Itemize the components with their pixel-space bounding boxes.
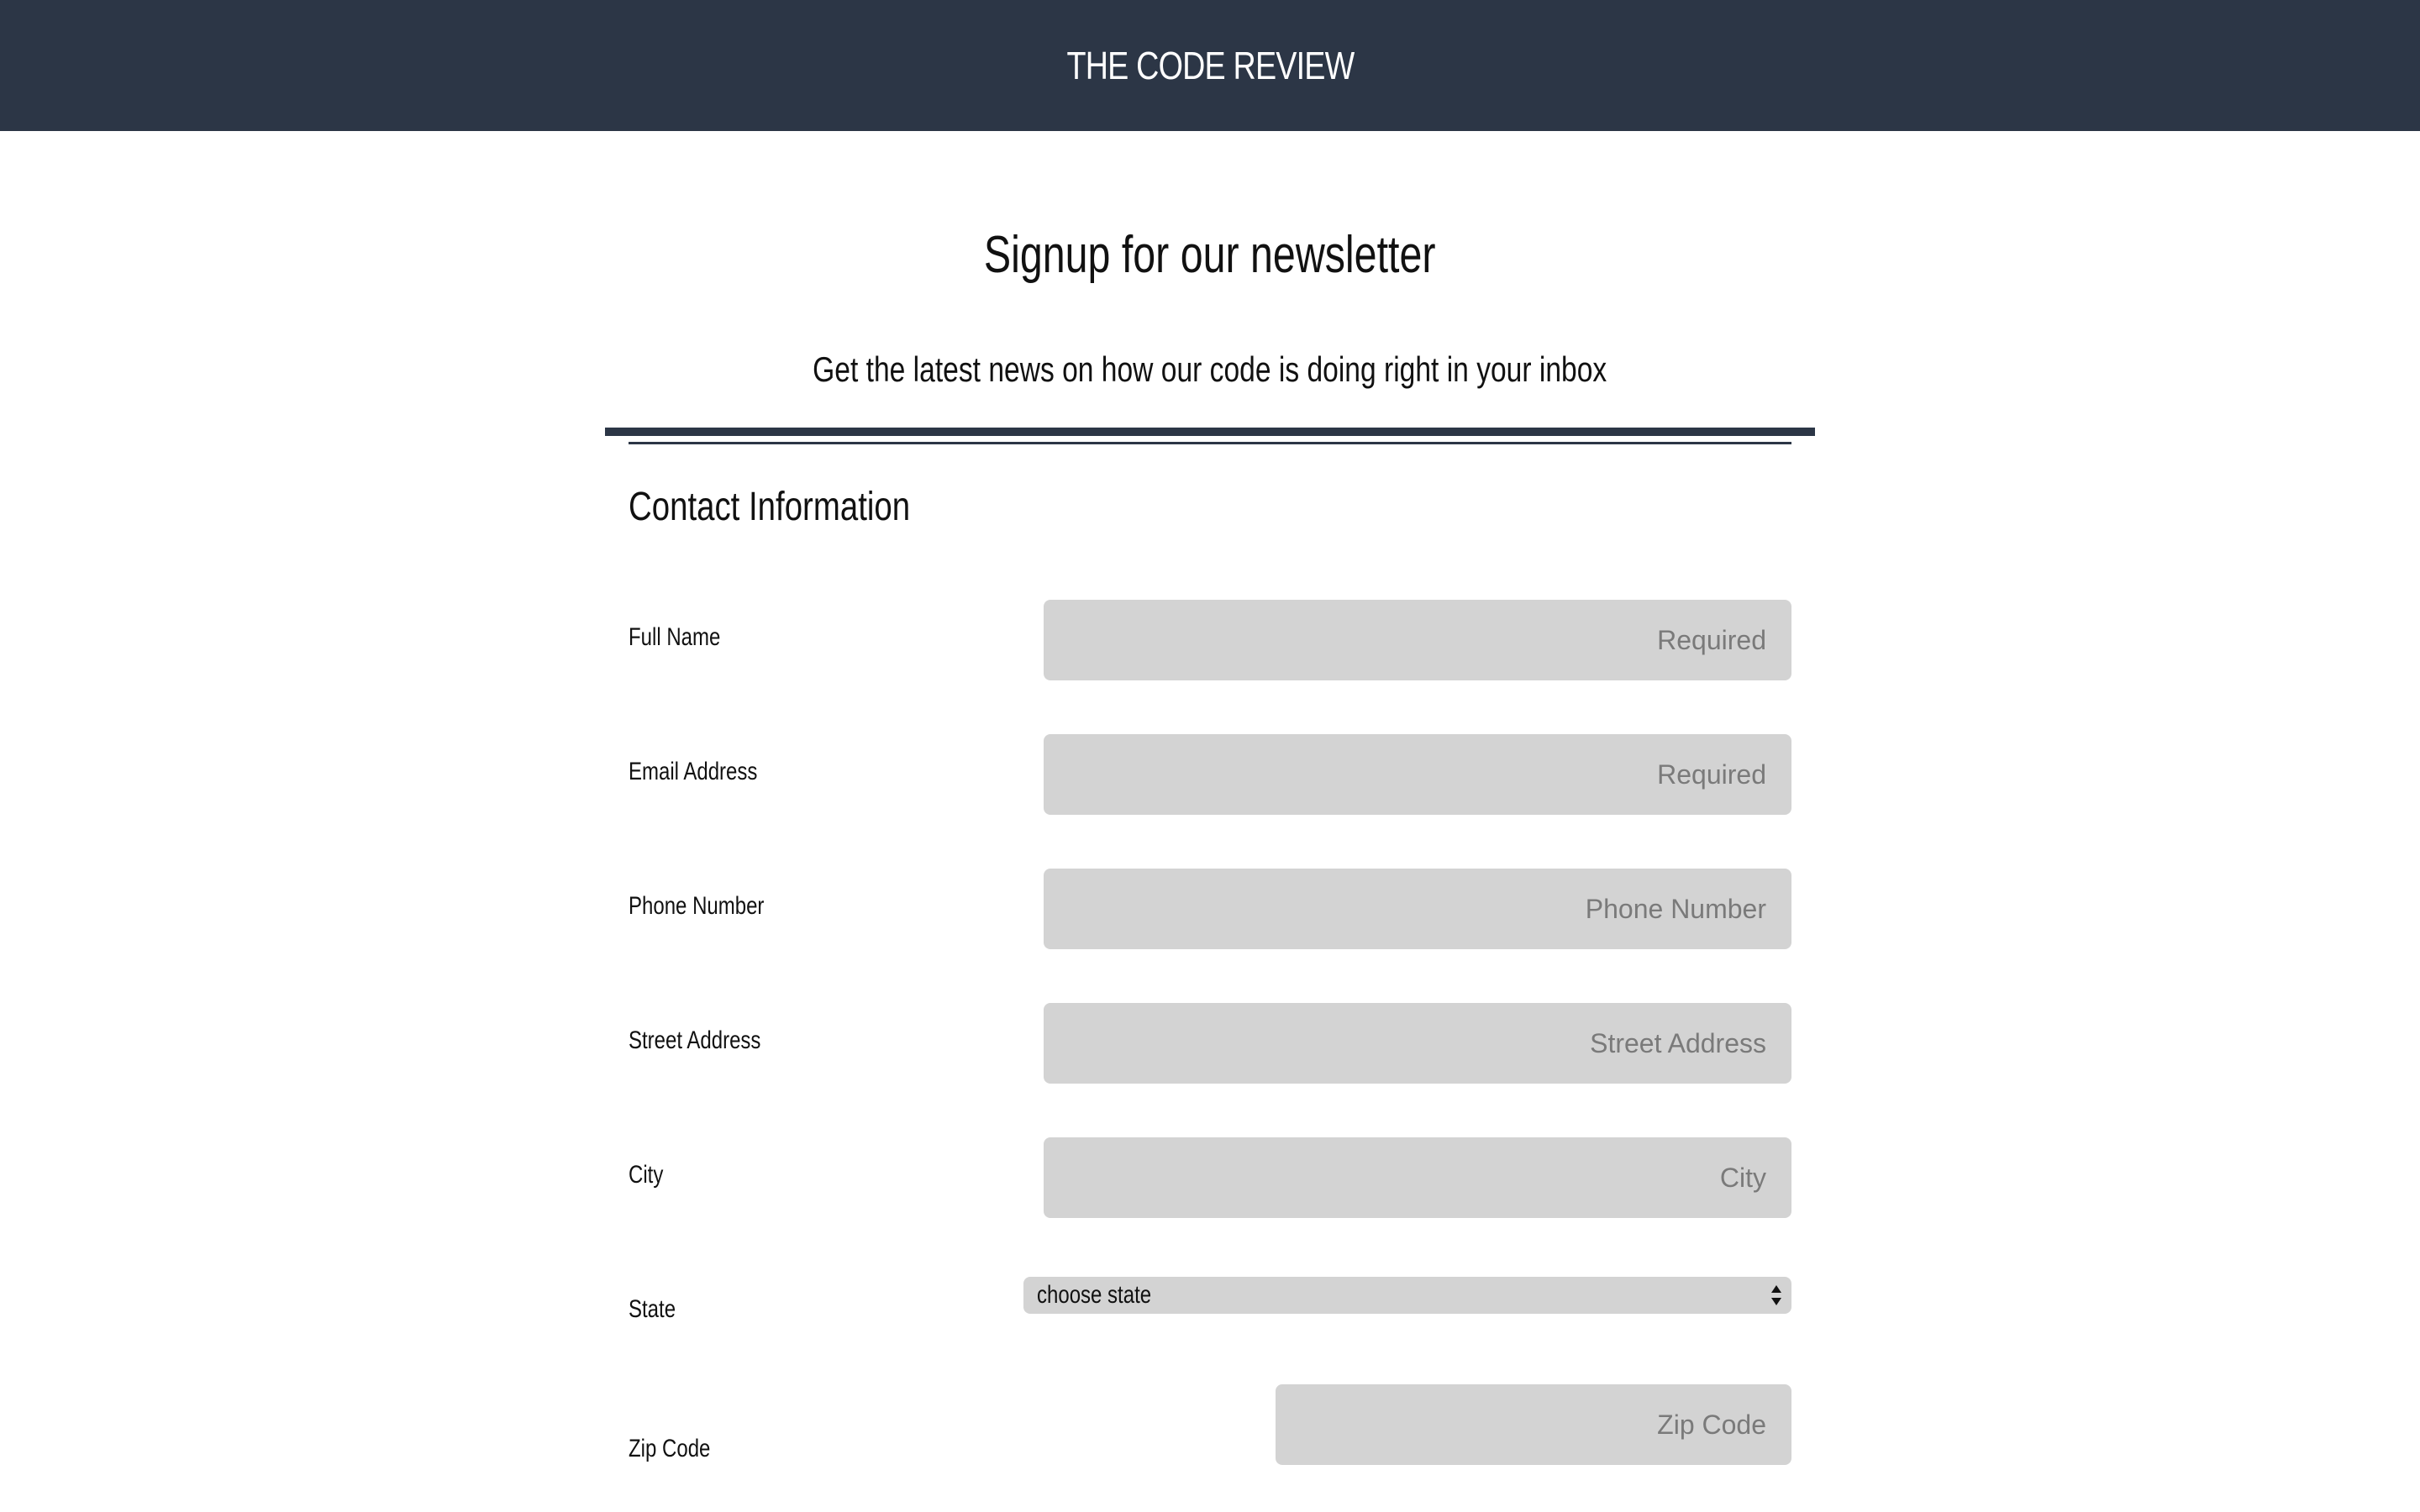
phone-input[interactable] (1044, 869, 1791, 949)
site-header: THE CODE REVIEW (0, 0, 2420, 131)
email-label: Email Address (629, 758, 758, 785)
phone-label: Phone Number (629, 892, 765, 920)
divider-thick (605, 428, 1815, 436)
zip-input[interactable] (1276, 1384, 1791, 1465)
state-select[interactable]: choose state (1023, 1277, 1791, 1314)
full-name-label: Full Name (629, 623, 721, 651)
city-label: City (629, 1161, 664, 1189)
state-select-value: choose state (1037, 1281, 1152, 1309)
street-label: Street Address (629, 1026, 761, 1054)
city-input[interactable] (1044, 1137, 1791, 1218)
email-input[interactable] (1044, 734, 1791, 815)
page-subtitle: Get the latest news on how our code is d… (813, 349, 1607, 389)
select-arrows-icon (1771, 1285, 1781, 1305)
divider-thin (629, 442, 1791, 444)
site-title: THE CODE REVIEW (1066, 44, 1355, 87)
section-title: Contact Information (629, 485, 911, 529)
page-title: Signup for our newsletter (984, 226, 1436, 284)
state-label: State (629, 1295, 676, 1323)
full-name-input[interactable] (1044, 600, 1791, 680)
street-input[interactable] (1044, 1003, 1791, 1084)
zip-label: Zip Code (629, 1435, 711, 1462)
